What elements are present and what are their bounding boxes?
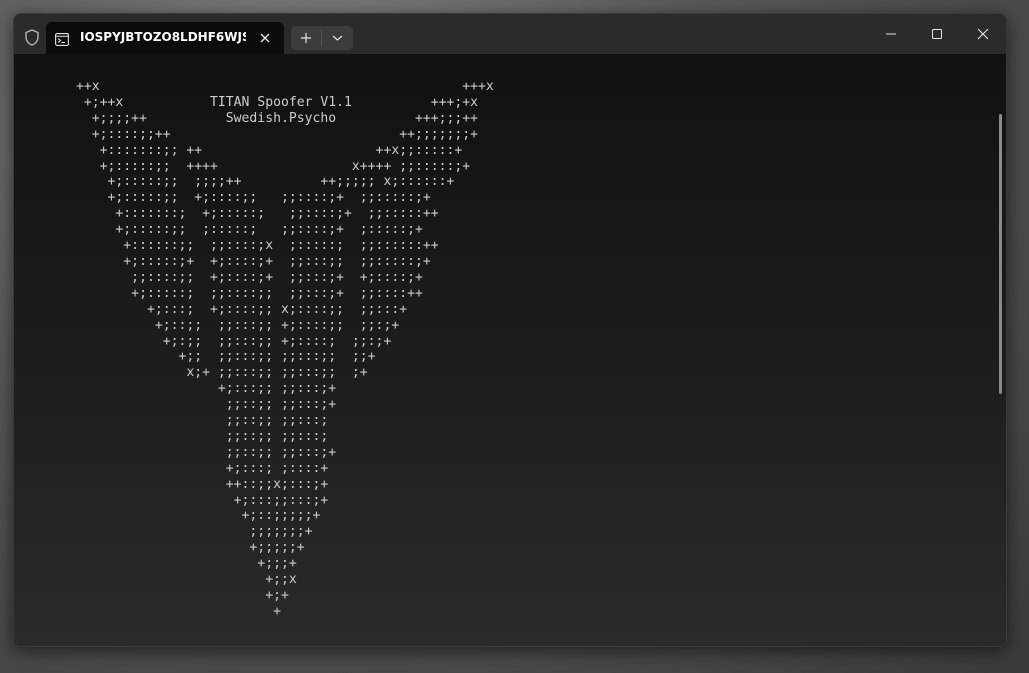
tab-title: IOSPYJBTOZO8LDHF6WJSwZ9 <box>80 30 246 44</box>
tab-dropdown-button[interactable] <box>322 26 353 50</box>
tab-terminal[interactable]: IOSPYJBTOZO8LDHF6WJSwZ9 <box>46 22 284 54</box>
terminal-icon <box>55 31 69 46</box>
new-tab-button[interactable] <box>291 26 321 50</box>
shield-icon <box>24 29 40 46</box>
minimize-button[interactable] <box>868 14 914 54</box>
close-button[interactable] <box>960 14 1006 54</box>
ascii-art-output: ++x +++x +;++x TITAN Spoofer V1.1 +++;+x… <box>76 79 494 619</box>
tab-close-icon[interactable] <box>256 29 274 47</box>
terminal-window: IOSPYJBTOZO8LDHF6WJSwZ9 <box>13 13 1007 647</box>
maximize-button[interactable] <box>914 14 960 54</box>
new-tab-group <box>291 26 353 50</box>
terminal-output-area[interactable]: ++x +++x +;++x TITAN Spoofer V1.1 +++;+x… <box>14 54 1006 646</box>
title-bar[interactable]: IOSPYJBTOZO8LDHF6WJSwZ9 <box>14 14 1006 54</box>
scrollbar[interactable] <box>999 114 1002 394</box>
